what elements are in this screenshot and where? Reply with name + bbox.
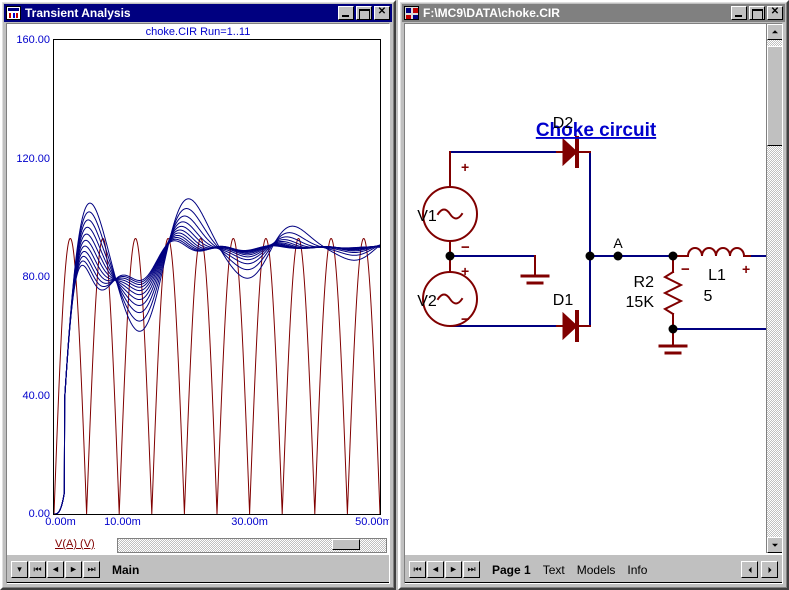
- maximize-button-right[interactable]: [749, 6, 765, 20]
- xtick-label-30m: 30.00m: [231, 516, 268, 528]
- svg-text:15K: 15K: [626, 294, 655, 311]
- svg-text:L1: L1: [708, 267, 726, 284]
- svg-text:A: A: [613, 235, 623, 251]
- last-glyph: ⏭: [87, 563, 96, 574]
- left-tabstrip: ▾ ⏮ ◄ ► ⏭ Main: [7, 555, 389, 583]
- svg-text:−: −: [461, 311, 470, 328]
- xtick-label-50m: 50.00m: [355, 516, 390, 528]
- svg-text:D1: D1: [553, 292, 574, 309]
- tabs-scroll-right-button[interactable]: [761, 561, 778, 578]
- first-page-button[interactable]: ⏮: [29, 560, 46, 578]
- prev-page-button[interactable]: ◄: [47, 560, 64, 578]
- svg-text:5: 5: [704, 288, 713, 305]
- transient-analysis-title: Transient Analysis: [25, 6, 131, 20]
- transient-analysis-titlebar[interactable]: Transient Analysis: [4, 4, 392, 22]
- svg-text:D2: D2: [553, 115, 574, 132]
- close-button[interactable]: [374, 5, 390, 20]
- left-tabs: Main: [102, 559, 141, 579]
- dropdown-glyph: ▾: [17, 563, 22, 574]
- chart-title: choke.CIR Run=1..11: [145, 26, 251, 38]
- prev-page-button-right[interactable]: ◄: [427, 560, 444, 578]
- transient-analysis-client: choke.CIR Run=1..11 160.00 120.00 80.00 …: [6, 23, 390, 584]
- tabstrip-scrollers: [741, 561, 778, 578]
- waveform-plot: [54, 198, 380, 514]
- svg-text:V1: V1: [417, 208, 437, 225]
- scroll-up-button[interactable]: [767, 24, 782, 40]
- last-glyph-right: ⏭: [467, 563, 476, 574]
- legend-trace-va[interactable]: V(A) (V): [55, 538, 95, 550]
- svg-text:+: +: [461, 159, 469, 175]
- right-nav-buttons: ⏮ ◄ ► ⏭: [409, 560, 480, 578]
- dropdown-button[interactable]: ▾: [11, 560, 28, 578]
- last-page-button-right[interactable]: ⏭: [463, 560, 480, 578]
- plot-hscroll-thumb[interactable]: [332, 539, 360, 550]
- minimize-button-right[interactable]: [731, 6, 747, 20]
- tabs-scroll-left-button[interactable]: [741, 561, 758, 578]
- tab-text[interactable]: Text: [533, 560, 573, 579]
- ytick-label-80: 80.00: [22, 271, 50, 283]
- plot-area[interactable]: choke.CIR Run=1..11 160.00 120.00 80.00 …: [7, 24, 389, 571]
- maximize-button[interactable]: [356, 6, 372, 20]
- tab-models[interactable]: Models: [567, 560, 624, 579]
- close-button-right[interactable]: [767, 5, 783, 20]
- app-root: Transient Analysis choke.CIR Run=1..11 1…: [0, 0, 789, 590]
- plot-hscroll-track[interactable]: [117, 538, 387, 553]
- transient-analysis-window: Transient Analysis choke.CIR Run=1..11 1…: [0, 0, 396, 590]
- tab-info[interactable]: Info: [617, 560, 655, 579]
- minimize-button[interactable]: [338, 6, 354, 20]
- next-glyph-right: ►: [449, 563, 458, 574]
- window-buttons-right: [731, 5, 783, 20]
- schematic-canvas[interactable]: Choke circuit V1 V2 D2 D1 R2 15K L1 5 A …: [405, 24, 782, 583]
- xtick-label-0: 0.00m: [45, 516, 76, 528]
- analysis-icon: [6, 6, 21, 20]
- schematic-client[interactable]: Choke circuit V1 V2 D2 D1 R2 15K L1 5 A …: [404, 23, 783, 584]
- vscroll-thumb[interactable]: [767, 46, 782, 146]
- tab-page-1[interactable]: Page 1: [482, 560, 539, 579]
- next-page-button-right[interactable]: ►: [445, 560, 462, 578]
- schematic-window: F:\MC9\DATA\choke.CIR ✕ Choke circuit V1…: [398, 0, 789, 590]
- schematic-icon: [404, 6, 419, 20]
- prev-glyph: ◄: [51, 563, 60, 574]
- ytick-label-40: 40.00: [22, 389, 50, 402]
- next-glyph: ►: [69, 563, 78, 574]
- ytick-label-120: 120.00: [16, 152, 50, 165]
- svg-text:+: +: [461, 263, 469, 279]
- schematic-title: F:\MC9\DATA\choke.CIR: [423, 6, 560, 20]
- left-nav-buttons: ▾ ⏮ ◄ ► ⏭: [11, 560, 100, 578]
- first-glyph: ⏮: [33, 563, 42, 574]
- schematic-titlebar[interactable]: F:\MC9\DATA\choke.CIR: [402, 4, 785, 22]
- next-page-button[interactable]: ►: [65, 560, 82, 578]
- right-tabstrip: ⏮ ◄ ► ⏭ Page 1 Text Models Info: [405, 555, 782, 583]
- right-tabs: Page 1 Text Models Info: [482, 559, 649, 579]
- xtick-label-10m: 10.00m: [104, 516, 141, 528]
- svg-text:−: −: [681, 261, 690, 278]
- first-glyph-right: ⏮: [413, 563, 422, 574]
- ytick-label-160: 160.00: [16, 34, 50, 46]
- first-page-button-right[interactable]: ⏮: [409, 560, 426, 578]
- circuit-drawing: Choke circuit V1 V2 D2 D1 R2 15K L1 5 A …: [417, 115, 782, 355]
- prev-glyph-right: ◄: [431, 563, 440, 574]
- svg-text:V2: V2: [417, 293, 437, 310]
- svg-text:R2: R2: [634, 274, 655, 291]
- scroll-down-button[interactable]: [767, 537, 782, 553]
- svg-text:−: −: [461, 239, 470, 256]
- window-buttons: [338, 5, 390, 20]
- plot-box[interactable]: 160.00 120.00 80.00 40.00 0.00 0.00m 10.…: [16, 34, 389, 528]
- svg-text:+: +: [742, 261, 750, 277]
- schematic-vscrollbar[interactable]: [766, 24, 782, 553]
- last-page-button[interactable]: ⏭: [83, 560, 100, 578]
- tab-main[interactable]: Main: [102, 560, 147, 579]
